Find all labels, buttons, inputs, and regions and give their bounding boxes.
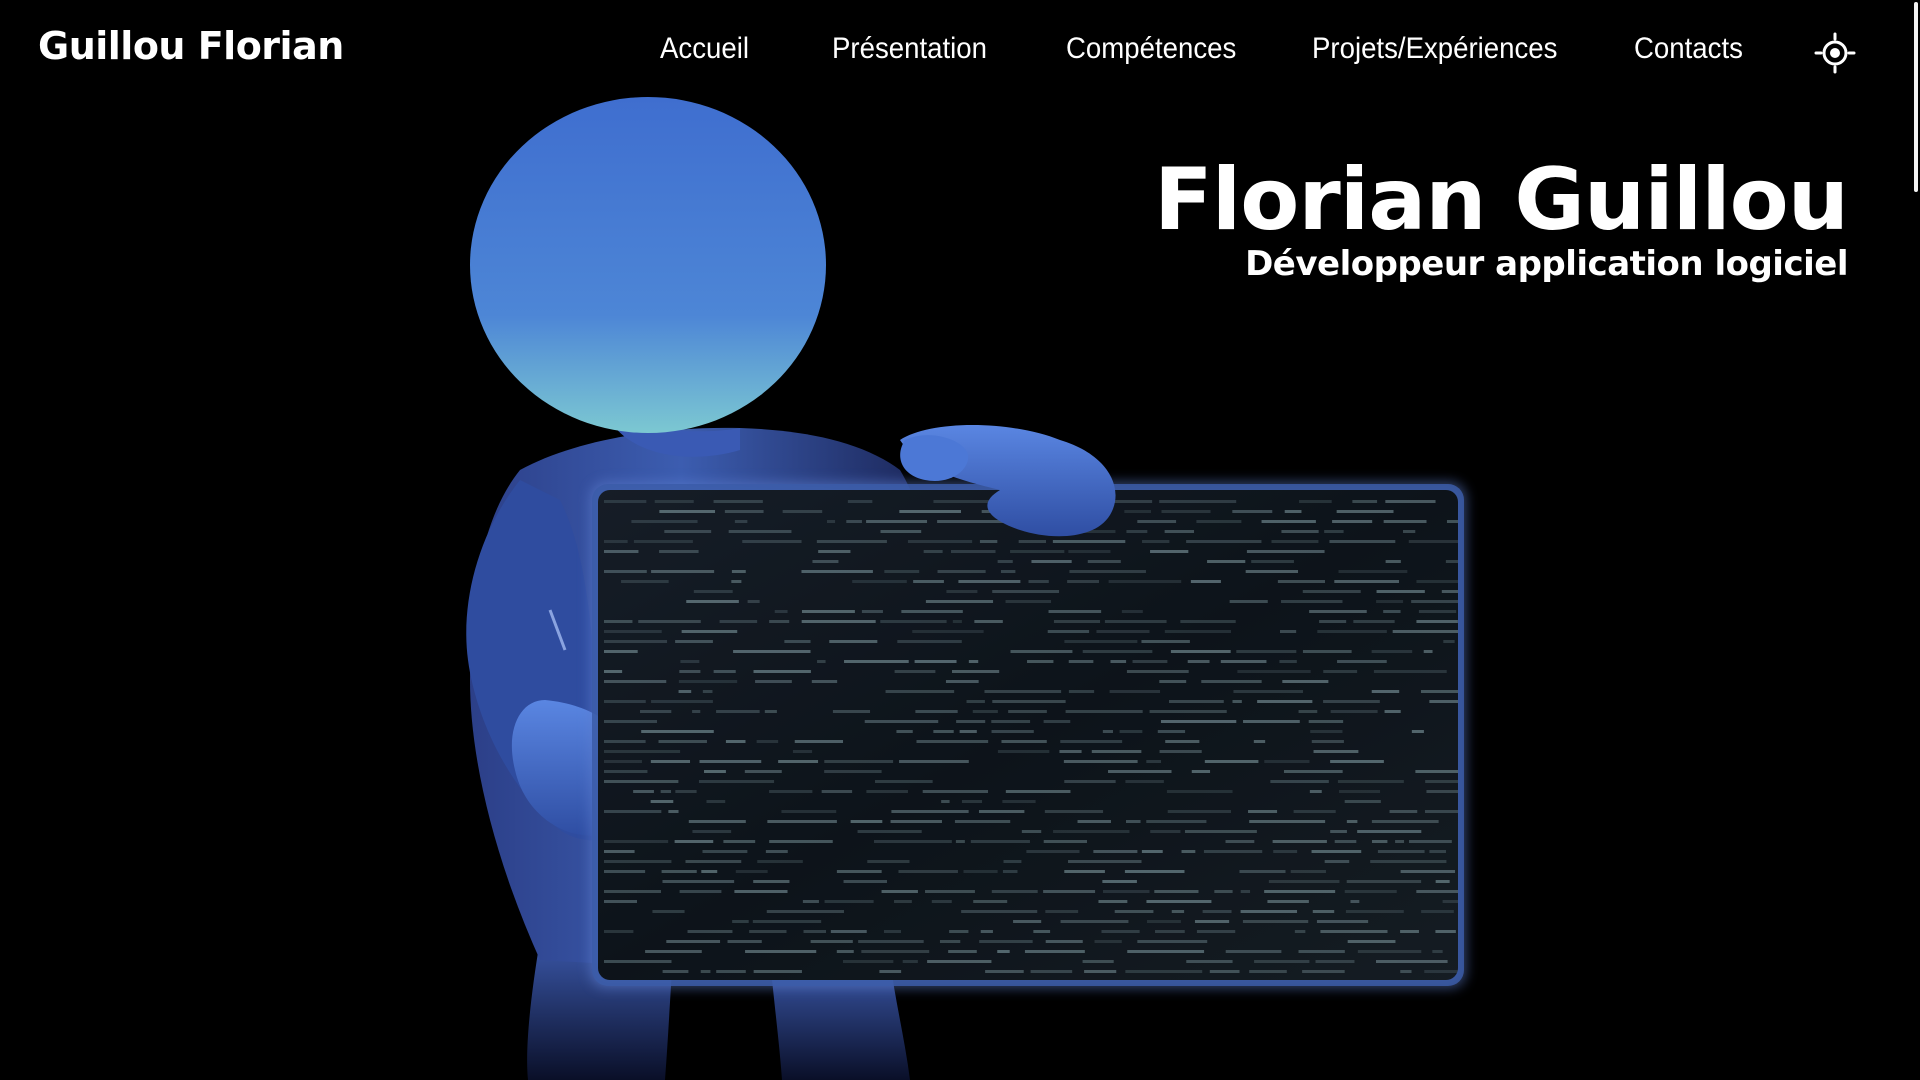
hero-name: Florian Guillou [1154,150,1849,250]
sun-icon [1814,32,1856,74]
nav-link-presentation[interactable]: Présentation [832,32,987,66]
nav-link-contacts[interactable]: Contacts [1634,32,1743,66]
nav-link-competences[interactable]: Compétences [1066,32,1236,66]
page: Guillou Florian Accueil Présentation Com… [0,0,1920,1080]
page-scrollbar[interactable] [1900,0,1920,1080]
scrollbar-thumb[interactable] [1914,2,1918,192]
navbar: Guillou Florian Accueil Présentation Com… [0,0,1900,102]
hero-text: Florian Guillou Développeur application … [1154,150,1849,284]
nav-links: Accueil Présentation Compétences Projets… [0,32,1900,72]
theme-toggle-button[interactable] [1813,31,1857,75]
nav-link-accueil[interactable]: Accueil [660,32,749,66]
hero-role: Développeur application logiciel [1245,244,1848,284]
nav-link-projets-experiences[interactable]: Projets/Expériences [1312,32,1557,66]
